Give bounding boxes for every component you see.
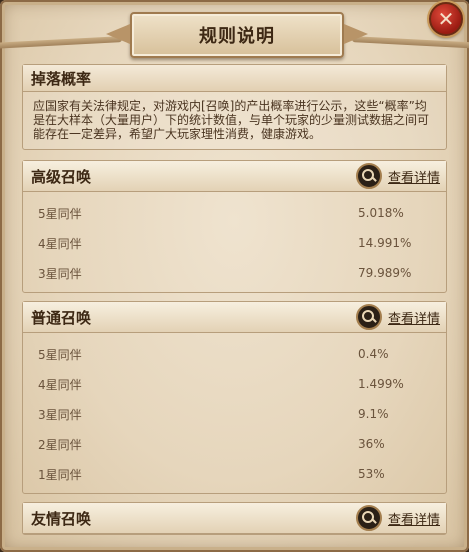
rate-list: 5星同伴 5.018% 4星同伴 14.991% 3星同伴 79.989% bbox=[23, 192, 446, 292]
rate-name: 3星同伴 bbox=[38, 407, 82, 422]
magnifier-icon bbox=[355, 505, 382, 531]
rate-row: 3星同伴 79.989% bbox=[23, 258, 446, 288]
view-details-button[interactable]: 查看详情 bbox=[355, 304, 440, 330]
notice-text: 应国家有关法律规定，对游戏内[召唤]的产出概率进行公示，这些“概率”均是在大样本… bbox=[33, 99, 430, 141]
rules-content[interactable]: 掉落概率 应国家有关法律规定，对游戏内[召唤]的产出概率进行公示，这些“概率”均… bbox=[22, 64, 447, 552]
rate-value: 0.4% bbox=[358, 347, 389, 361]
rate-row: 4星同伴 14.991% bbox=[23, 228, 446, 258]
rate-name: 4星同伴 bbox=[38, 377, 82, 392]
rate-name: 1星同伴 bbox=[38, 467, 82, 482]
title-wing-right bbox=[344, 24, 368, 44]
rate-row: 5星同伴 0.4% bbox=[23, 339, 446, 369]
view-details-label: 查看详情 bbox=[387, 170, 440, 186]
rate-value: 5.018% bbox=[358, 206, 404, 220]
rate-value: 53% bbox=[358, 467, 385, 481]
dialog-title: 规则说明 bbox=[199, 26, 275, 47]
section-title: 高级召唤 bbox=[31, 167, 92, 186]
rate-row: 5星同伴 5.018% bbox=[23, 198, 446, 228]
section-title: 友情召唤 bbox=[31, 509, 92, 528]
rate-name: 3星同伴 bbox=[38, 266, 82, 281]
rate-row: 3星同伴 9.1% bbox=[23, 399, 446, 429]
title-ribbon-left bbox=[0, 36, 123, 50]
view-details-label: 查看详情 bbox=[387, 311, 440, 327]
rules-dialog: 规则说明 ✕ 掉落概率 应国家有关法律规定，对游戏内[召唤]的产出概率进行公示，… bbox=[0, 0, 469, 552]
view-details-label: 查看详情 bbox=[387, 512, 440, 528]
rate-name: 2星同伴 bbox=[38, 437, 82, 452]
rate-row: 2星同伴 36% bbox=[23, 429, 446, 459]
section-header: 友情召唤 查看详情 bbox=[23, 503, 446, 534]
summon-section-friendship: 友情召唤 查看详情 bbox=[22, 502, 447, 535]
section-header: 普通召唤 查看详情 bbox=[23, 302, 446, 333]
rate-value: 14.991% bbox=[358, 236, 412, 250]
rate-row: 4星同伴 1.499% bbox=[23, 369, 446, 399]
magnifier-icon bbox=[355, 163, 382, 189]
rate-name: 4星同伴 bbox=[38, 236, 82, 251]
title-ribbon-right bbox=[351, 36, 469, 50]
rate-name: 5星同伴 bbox=[38, 347, 82, 362]
rate-row: 1星同伴 53% bbox=[23, 459, 446, 489]
title-plate: 规则说明 bbox=[0, 12, 469, 58]
rate-name: 5星同伴 bbox=[38, 206, 82, 221]
rate-value: 36% bbox=[358, 437, 385, 451]
summon-section-normal: 普通召唤 查看详情 5星同伴 0.4% 4星同伴 1.499% 3星同伴 9.1… bbox=[22, 301, 447, 494]
summon-section-advanced: 高级召唤 查看详情 5星同伴 5.018% 4星同伴 14.991% 3星同伴 … bbox=[22, 160, 447, 293]
magnifier-icon bbox=[355, 304, 382, 330]
rate-list: 5星同伴 0.4% 4星同伴 1.499% 3星同伴 9.1% 2星同伴 36%… bbox=[23, 333, 446, 493]
title-wing-left bbox=[106, 24, 130, 44]
rate-value: 1.499% bbox=[358, 377, 404, 391]
section-title: 普通召唤 bbox=[31, 308, 92, 327]
notice-heading: 掉落概率 bbox=[23, 65, 446, 92]
view-details-button[interactable]: 查看详情 bbox=[355, 163, 440, 189]
drop-rate-notice: 掉落概率 应国家有关法律规定，对游戏内[召唤]的产出概率进行公示，这些“概率”均… bbox=[22, 64, 447, 150]
view-details-button[interactable]: 查看详情 bbox=[355, 505, 440, 531]
close-icon: ✕ bbox=[437, 7, 455, 31]
rate-value: 79.989% bbox=[358, 266, 412, 280]
close-button[interactable]: ✕ bbox=[429, 2, 463, 36]
rate-value: 9.1% bbox=[358, 407, 389, 421]
section-header: 高级召唤 查看详情 bbox=[23, 161, 446, 192]
